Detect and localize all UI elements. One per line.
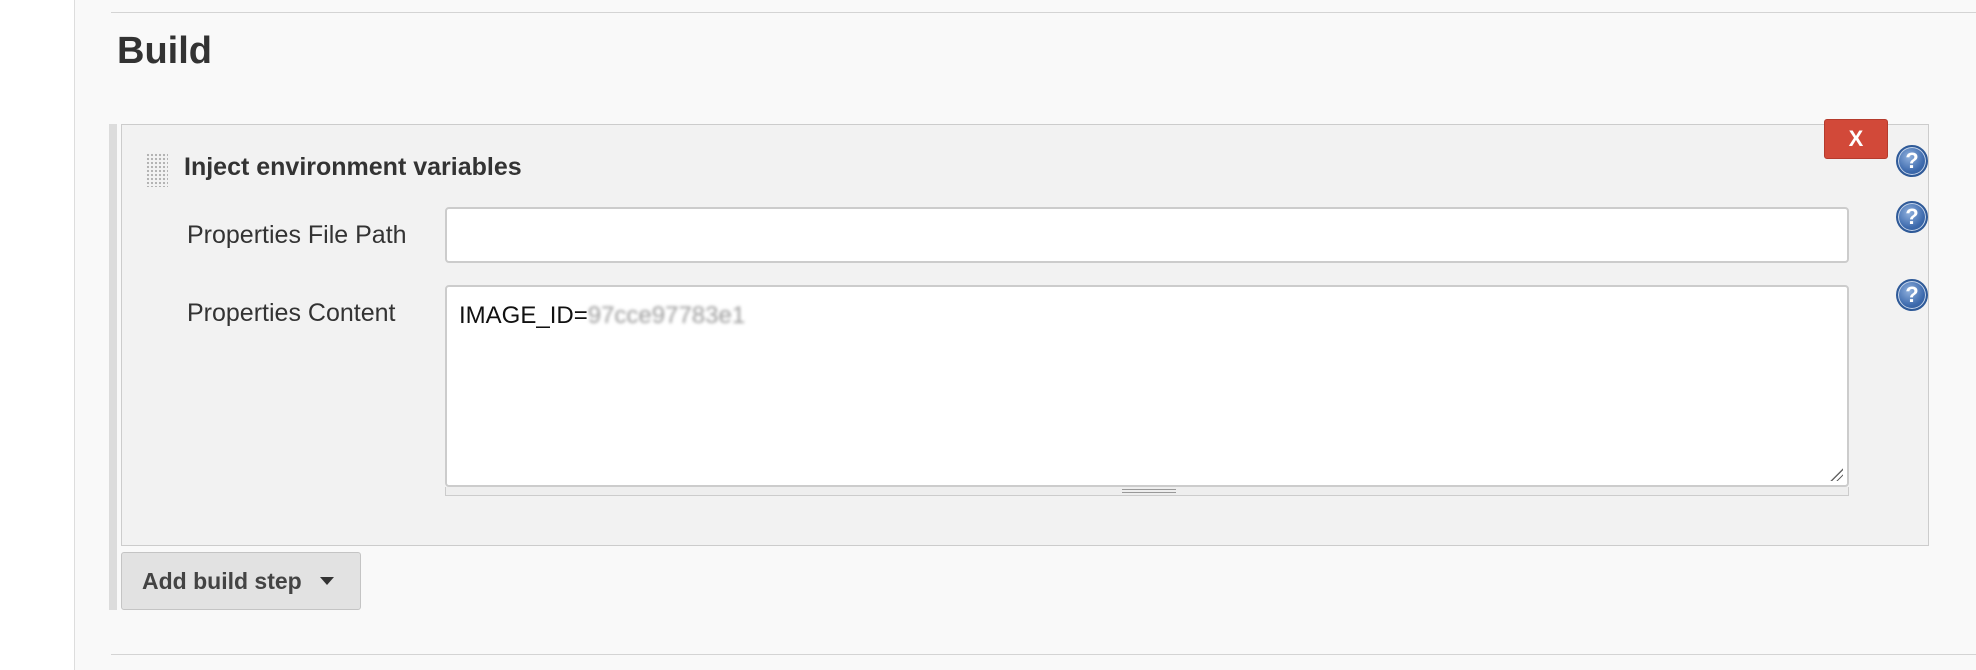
delete-step-button[interactable]: X	[1824, 119, 1888, 159]
caret-down-icon	[319, 577, 334, 585]
section-divider-top	[111, 12, 1976, 13]
page: Build Inject environment variables X ? P…	[0, 0, 1976, 670]
build-step-indent-bar	[109, 124, 117, 610]
help-icon[interactable]: ?	[1896, 201, 1928, 233]
properties-content-wrapper: IMAGE_ID=97cce97783e1	[445, 285, 1849, 496]
section-divider-bottom	[111, 654, 1976, 655]
help-symbol: ?	[1905, 204, 1919, 229]
help-icon[interactable]: ?	[1896, 279, 1928, 311]
resize-corner-icon[interactable]	[1829, 467, 1843, 481]
drag-handle-icon[interactable]	[146, 153, 168, 187]
properties-content-label: Properties Content	[187, 299, 396, 327]
build-section: Build Inject environment variables X ? P…	[74, 0, 1976, 670]
help-symbol: ?	[1905, 148, 1919, 173]
section-title: Build	[117, 30, 212, 72]
properties-content-redacted-value: 97cce97783e1	[587, 302, 746, 329]
properties-file-path-label: Properties File Path	[187, 221, 407, 249]
properties-content-textarea[interactable]: IMAGE_ID=97cce97783e1	[445, 285, 1849, 487]
properties-file-path-input[interactable]	[445, 207, 1849, 263]
help-symbol: ?	[1905, 282, 1919, 307]
add-build-step-label: Add build step	[142, 567, 302, 594]
build-step-title: Inject environment variables	[184, 153, 522, 181]
help-icon[interactable]: ?	[1896, 145, 1928, 177]
splitter-grip-icon	[1122, 489, 1176, 493]
add-build-step-button[interactable]: Add build step	[121, 552, 361, 610]
build-step-inject-env: Inject environment variables X ? Propert…	[121, 119, 1929, 546]
properties-content-prefix: IMAGE_ID=	[459, 302, 588, 329]
textarea-resize-splitter[interactable]	[445, 487, 1849, 496]
